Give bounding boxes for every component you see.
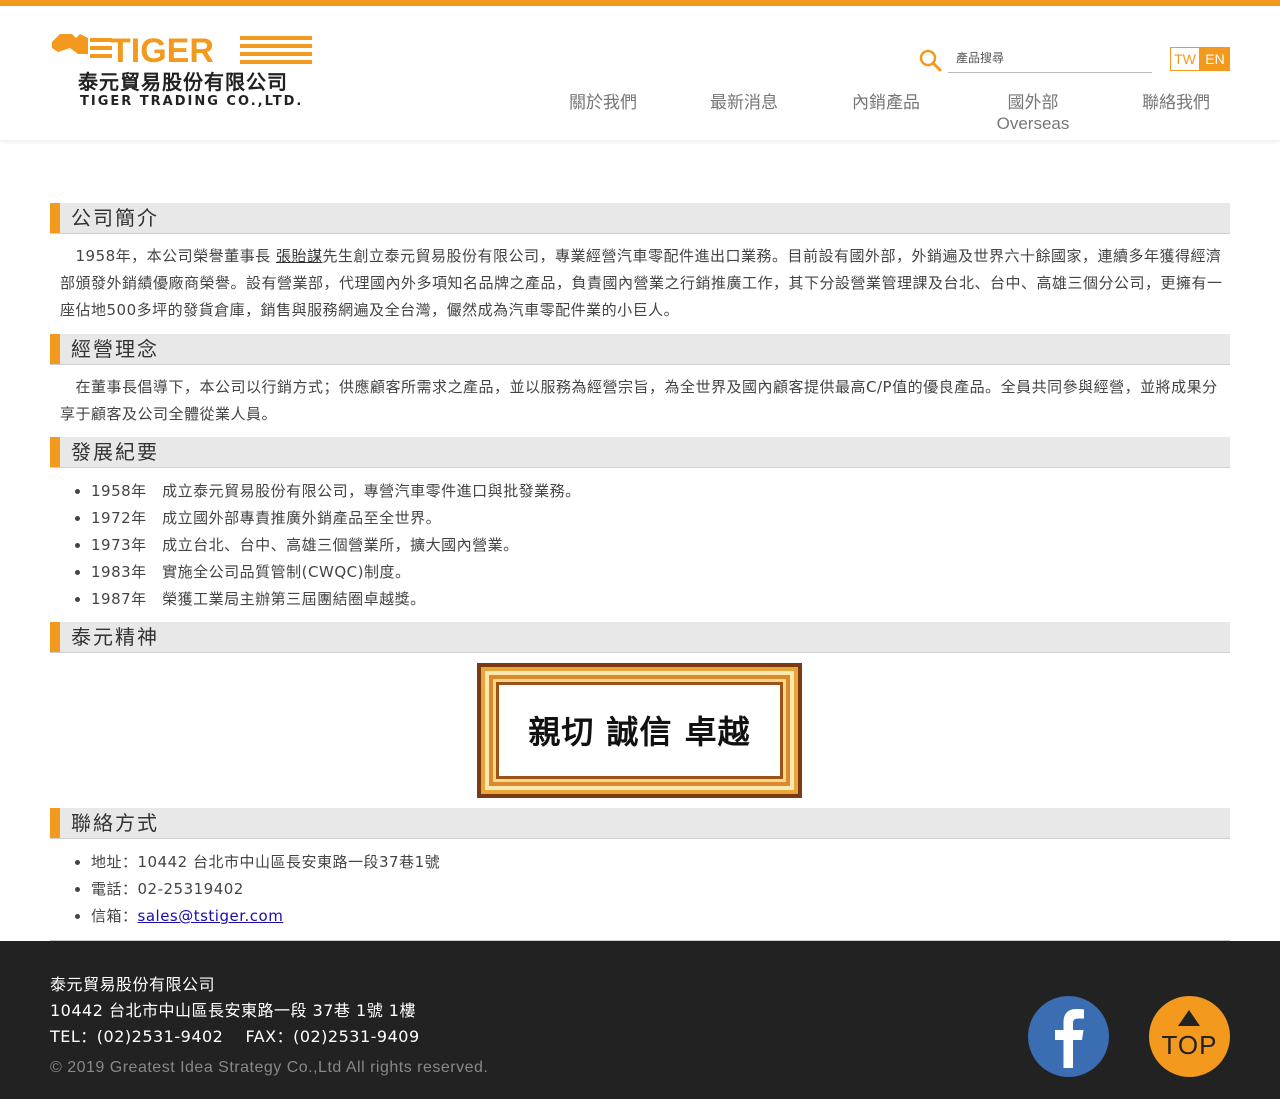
nav-news-label: 最新消息 — [710, 93, 778, 113]
plaque-text: 親切 誠信 卓越 — [528, 713, 750, 751]
section-history-header: 發展紀要 — [50, 437, 1230, 468]
section-intro-header: 公司簡介 — [50, 203, 1230, 234]
search-box — [918, 44, 1152, 74]
list-item: 1973年 成立台北、台中、高雄三個營業所，擴大國內營業。 — [91, 532, 581, 559]
section-philosophy-header: 經營理念 — [50, 334, 1230, 365]
section-contact-header: 聯絡方式 — [50, 808, 1230, 839]
contact-email-label: 信箱： — [91, 907, 138, 925]
site-logo[interactable]: TIGER 泰元貿易股份有限公司 TIGER TRADING CO.,LTD. — [50, 32, 315, 112]
section-marker — [50, 334, 60, 364]
nav-news[interactable]: 最新消息 — [710, 88, 778, 113]
section-intro-title: 公司簡介 — [71, 206, 159, 230]
section-marker — [50, 437, 60, 467]
nav-domestic-products-label: 內銷產品 — [852, 93, 920, 113]
list-item: 1987年 榮獲工業局主辦第三屆團結圈卓越獎。 — [91, 586, 581, 613]
contact-email-item: 信箱：sales@tstiger.com — [91, 903, 440, 930]
site-header: TIGER 泰元貿易股份有限公司 TIGER TRADING CO.,LTD. … — [0, 6, 1280, 140]
section-philosophy-title: 經營理念 — [71, 337, 159, 361]
spirit-plaque-image: 親切 誠信 卓越 — [477, 663, 802, 798]
facebook-icon[interactable] — [1028, 996, 1109, 1077]
nav-overseas[interactable]: 國外部 Overseas — [994, 88, 1072, 134]
contact-address: 地址：10442 台北市中山區長安東路一段37巷1號 — [91, 849, 440, 876]
section-marker — [50, 808, 60, 838]
back-to-top-label: TOP — [1161, 1030, 1218, 1060]
footer-tel-fax: TEL：(02)2531-9402 FAX：(02)2531-9409 — [50, 1027, 420, 1046]
section-spirit-header: 泰元精神 — [50, 622, 1230, 653]
logo-company-name-en: TIGER TRADING CO.,LTD. — [80, 94, 304, 109]
nav-overseas-sublabel: Overseas — [996, 114, 1070, 133]
intro-text-start: 1958年，本公司榮譽董事長 — [60, 247, 276, 265]
lang-en-button[interactable]: EN — [1200, 47, 1230, 71]
list-item: 1958年 成立泰元貿易股份有限公司，專營汽車零件進口與批發業務。 — [91, 478, 581, 505]
history-list: 1958年 成立泰元貿易股份有限公司，專營汽車零件進口與批發業務。 1972年 … — [50, 478, 581, 613]
nav-about-label: 關於我們 — [569, 93, 637, 113]
footer-company: 泰元貿易股份有限公司 — [50, 975, 216, 994]
site-footer: 泰元貿易股份有限公司 10442 台北市中山區長安東路一段 37巷 1號 1樓 … — [0, 941, 1280, 1099]
intro-paragraph: 1958年，本公司榮譽董事長 張貽謀先生創立泰元貿易股份有限公司，專業經營汽車零… — [60, 243, 1230, 324]
logo-word: TIGER — [110, 32, 214, 68]
tiger-logo-graphic: TIGER — [52, 32, 312, 68]
logo-company-name-cn: 泰元貿易股份有限公司 — [78, 70, 288, 94]
contact-email-link[interactable]: sales@tstiger.com — [138, 907, 284, 925]
language-switcher: TW EN — [1170, 47, 1230, 71]
founder-link[interactable]: 張貽謀 — [276, 247, 323, 265]
nav-about[interactable]: 關於我們 — [569, 88, 637, 113]
contact-phone: 電話：02-25319402 — [91, 876, 440, 903]
nav-contact[interactable]: 聯絡我們 — [1142, 88, 1210, 113]
footer-copyright: © 2019 Greatest Idea Strategy Co.,Ltd Al… — [50, 1059, 489, 1076]
search-icon[interactable] — [918, 48, 942, 72]
section-spirit-title: 泰元精神 — [71, 625, 159, 649]
section-marker — [50, 622, 60, 652]
nav-domestic-products[interactable]: 內銷產品 — [852, 88, 920, 113]
section-marker — [50, 203, 60, 233]
list-item: 1972年 成立國外部專責推廣外銷產品至全世界。 — [91, 505, 581, 532]
search-input[interactable] — [948, 44, 1152, 73]
nav-contact-label: 聯絡我們 — [1142, 93, 1210, 113]
section-contact-title: 聯絡方式 — [71, 811, 159, 835]
contact-list: 地址：10442 台北市中山區長安東路一段37巷1號 電話：02-2531940… — [50, 849, 440, 930]
back-to-top-button[interactable]: TOP — [1149, 996, 1230, 1077]
nav-overseas-label: 國外部 — [1007, 93, 1059, 113]
footer-address: 10442 台北市中山區長安東路一段 37巷 1號 1樓 — [50, 1001, 416, 1020]
section-history-title: 發展紀要 — [71, 440, 159, 464]
list-item: 1983年 實施全公司品質管制(CWQC)制度。 — [91, 559, 581, 586]
lang-tw-button[interactable]: TW — [1170, 47, 1200, 71]
philosophy-paragraph: 在董事長倡導下，本公司以行銷方式；供應顧客所需求之產品，並以服務為經營宗旨，為全… — [60, 378, 1218, 423]
arrow-up-icon — [1178, 1010, 1200, 1026]
